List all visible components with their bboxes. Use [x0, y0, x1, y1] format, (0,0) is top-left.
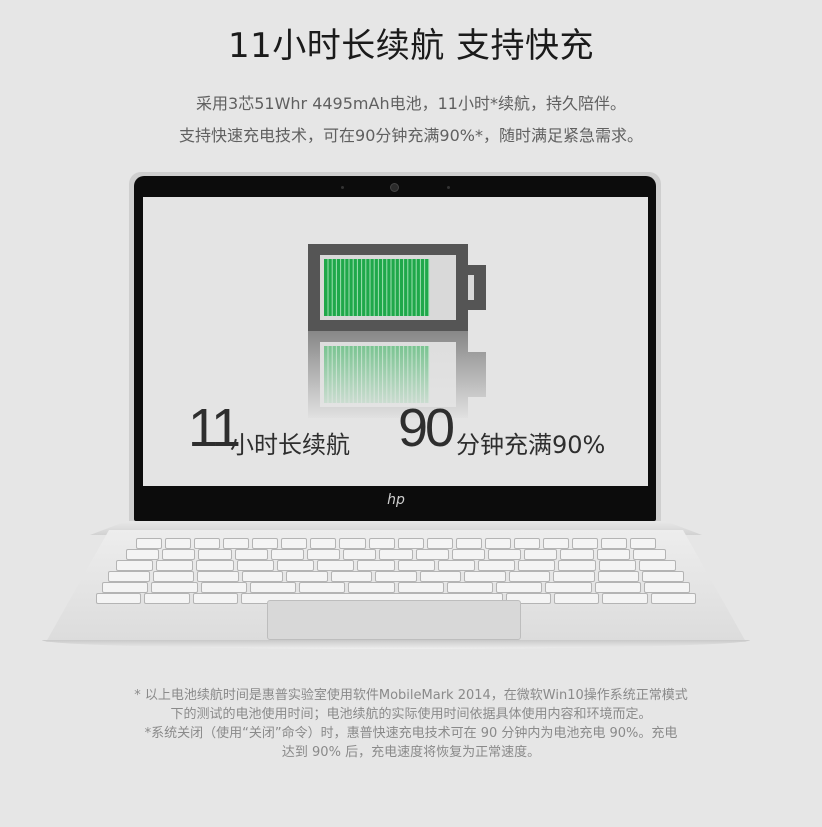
battery-hours-label: 小时长续航	[230, 431, 350, 459]
subtitle-fast-charge: 支持快速充电技术，可在90分钟充满90%*，随时满足紧急需求。	[179, 126, 643, 145]
camera-icon	[390, 183, 399, 192]
footnote-line-1: * 以上电池续航时间是惠普实验室使用软件MobileMark 2014，在微软W…	[134, 688, 688, 703]
hp-logo-icon: hp	[387, 492, 405, 508]
sensor-dot	[447, 186, 450, 189]
battery-fill	[324, 259, 430, 316]
sensor-dot	[341, 186, 344, 189]
touchpad	[267, 600, 521, 640]
battery-fill-bar	[324, 259, 429, 316]
keyboard	[96, 536, 697, 604]
footnote-line-3: *系统关闭（使用“关闭”命令）时，惠普快速充电技术可在 90 分钟内为电池充电 …	[144, 726, 678, 741]
charge-minutes-number: 90	[398, 398, 455, 458]
page-title: 11小时长续航 支持快充	[227, 26, 595, 66]
footnote-line-4: 达到 90% 后，充电速度将恢复为正常速度。	[281, 745, 541, 760]
battery-icon	[308, 244, 486, 331]
subtitle-battery-spec: 采用3芯51Whr 4495mAh电池，11小时*续航，持久陪伴。	[196, 94, 626, 113]
laptop-front-edge	[42, 640, 750, 649]
charge-label: 分钟充满90%	[456, 431, 606, 459]
footnote-line-2: 下的测试的电池使用时间；电池续航的实际使用时间依据具体使用内容和环境而定。	[170, 707, 652, 722]
